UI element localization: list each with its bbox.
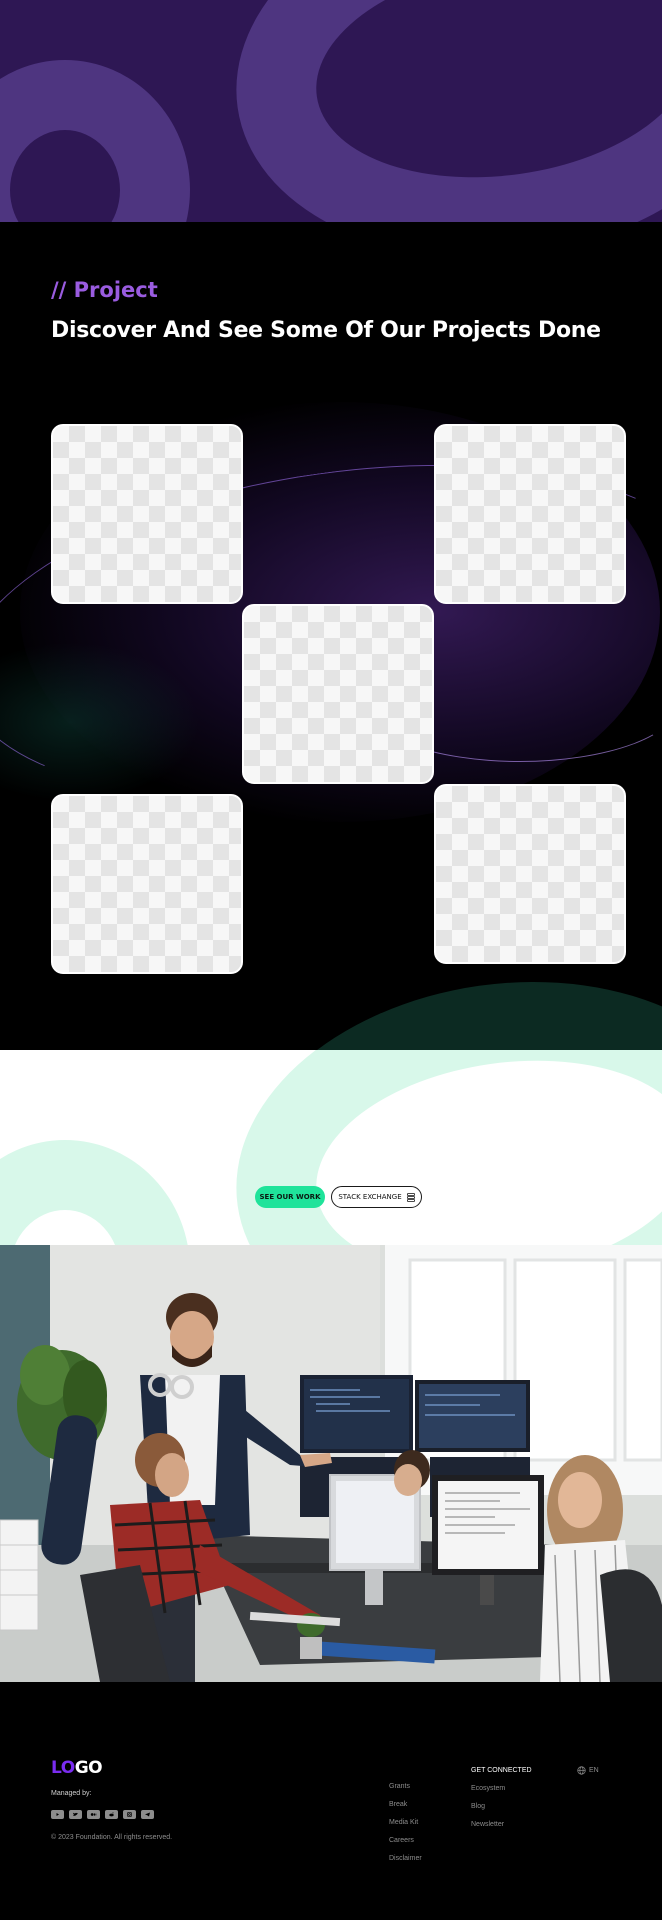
footer-link-newsletter[interactable]: Newsletter — [471, 1821, 532, 1828]
get-connected-heading: GET CONNECTED — [471, 1767, 532, 1774]
site-footer: LOGO Managed by: © 2023 Foundation. All … — [0, 1682, 662, 1920]
medium-icon[interactable] — [87, 1810, 100, 1819]
stack-exchange-icon — [406, 1192, 415, 1202]
project-thumbnail[interactable] — [51, 794, 243, 974]
language-selector[interactable]: EN — [577, 1766, 599, 1775]
telegram-icon[interactable] — [141, 1810, 154, 1819]
team-office-photo — [0, 1245, 662, 1682]
footer-link-break[interactable]: Break — [389, 1801, 422, 1808]
twitter-icon[interactable] — [69, 1810, 82, 1819]
instagram-icon[interactable] — [123, 1810, 136, 1819]
language-code: EN — [589, 1767, 599, 1774]
reddit-icon[interactable] — [105, 1810, 118, 1819]
see-our-work-button[interactable]: SEE OUR WORK — [255, 1186, 325, 1208]
decorative-swirl — [0, 1140, 190, 1245]
section-eyebrow: // Project — [51, 278, 158, 302]
logo-text: GO — [74, 1758, 103, 1778]
cta-section: SEE OUR WORK STACK EXCHANGE — [0, 1050, 662, 1245]
project-thumbnail[interactable] — [51, 424, 243, 604]
social-links — [51, 1810, 154, 1819]
copyright-text: © 2023 Foundation. All rights reserved. — [51, 1834, 173, 1841]
section-headline: Discover And See Some Of Our Projects Do… — [51, 318, 601, 343]
youtube-icon[interactable] — [51, 1810, 64, 1819]
stack-exchange-label: STACK EXCHANGE — [338, 1193, 402, 1201]
stack-exchange-button[interactable]: STACK EXCHANGE — [331, 1186, 422, 1208]
get-connected-column: GET CONNECTED Ecosystem Blog Newsletter — [471, 1767, 532, 1828]
logo-accent: LO — [51, 1758, 75, 1778]
globe-icon — [577, 1766, 586, 1775]
decorative-swirl — [211, 1050, 662, 1245]
project-section: // Project Discover And See Some Of Our … — [0, 222, 662, 1050]
hero-banner — [0, 0, 662, 222]
footer-links: Grants Break Media Kit Careers Disclaime… — [389, 1783, 422, 1862]
managed-by-label: Managed by: — [51, 1790, 92, 1797]
project-thumbnail[interactable] — [434, 424, 626, 604]
office-scene-illustration — [0, 1245, 662, 1682]
footer-link-ecosystem[interactable]: Ecosystem — [471, 1785, 532, 1792]
footer-link-careers[interactable]: Careers — [389, 1837, 422, 1844]
footer-logo[interactable]: LOGO — [51, 1758, 103, 1778]
footer-link-blog[interactable]: Blog — [471, 1803, 532, 1810]
decorative-swirl — [0, 60, 190, 222]
decorative-swirl — [211, 0, 662, 222]
project-thumbnail[interactable] — [434, 784, 626, 964]
project-thumbnail[interactable] — [242, 604, 434, 784]
footer-link-grants[interactable]: Grants — [389, 1783, 422, 1790]
footer-link-media-kit[interactable]: Media Kit — [389, 1819, 422, 1826]
footer-link-disclaimer[interactable]: Disclaimer — [389, 1855, 422, 1862]
